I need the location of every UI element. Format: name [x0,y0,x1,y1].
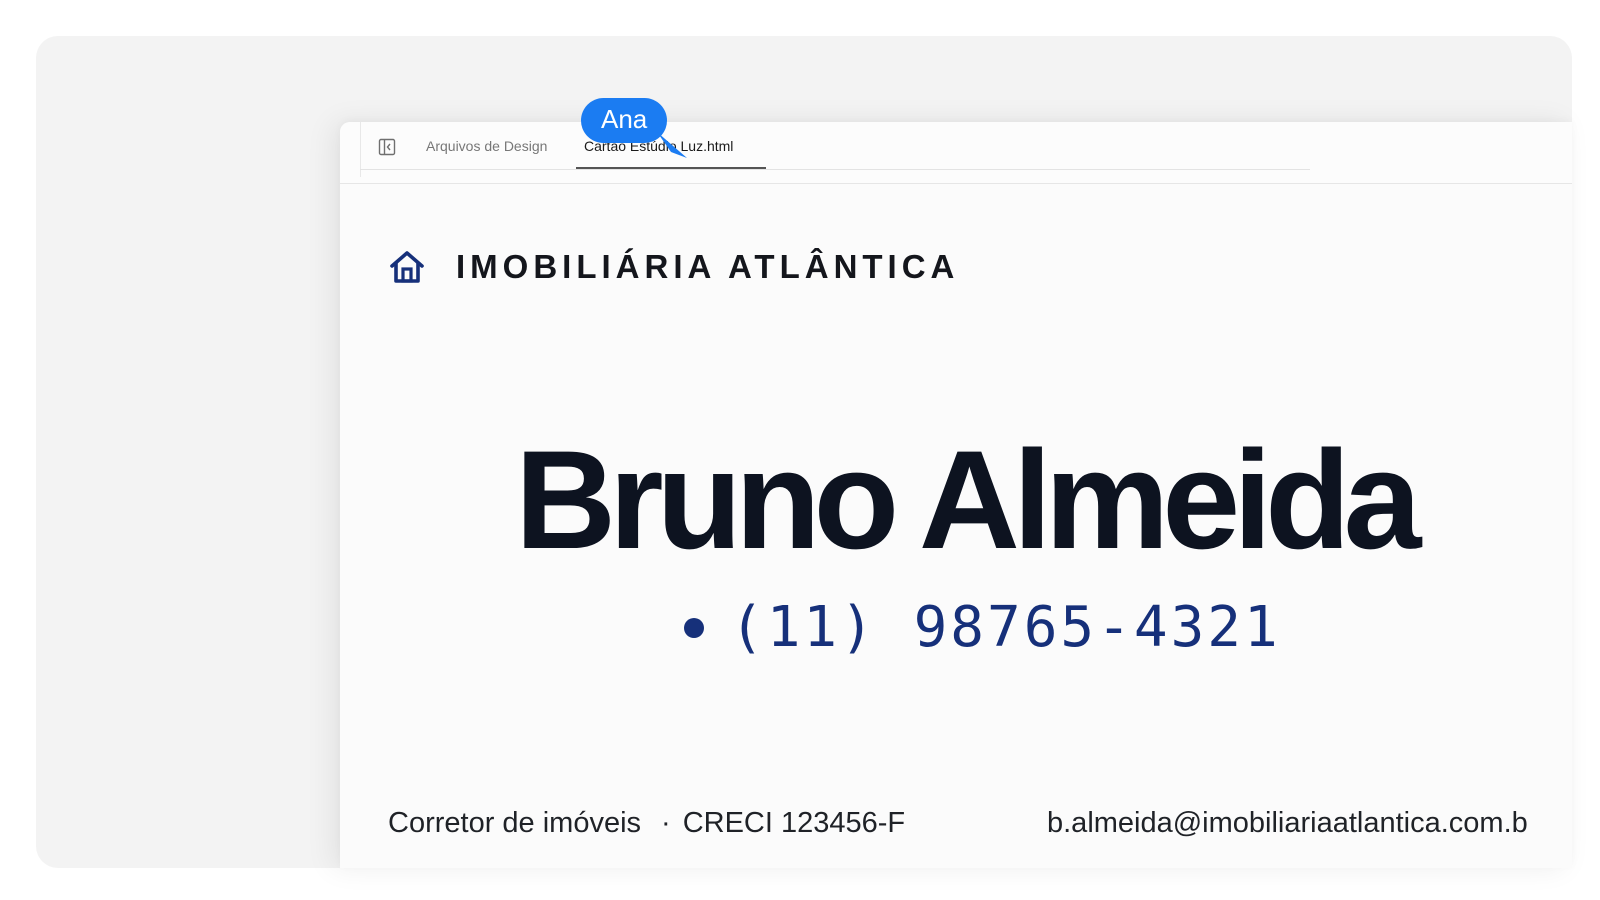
phone-number: (11) 98765-4321 [730,595,1281,660]
person-name: Bruno Almeida [515,421,1421,578]
role-and-creci: Corretor de imóveis · CRECI 123456-F [388,807,905,840]
tab-bar: Arquivos de Design Cartão Estúdio Luz.ht… [340,122,1572,184]
pointer-arrow-icon [657,132,687,158]
active-tab-indicator [576,167,766,169]
brand-name: IMOBILIÁRIA ATLÂNTICA [456,248,960,285]
phone-bullet [684,617,704,638]
card-preview: IMOBILIÁRIA ATLÂNTICA Bruno Almeida (11)… [340,185,1572,868]
phone-row: (11) 98765-4321 [684,595,1281,660]
sidebar-toggle-icon[interactable] [378,138,396,156]
separator-dot: · [661,807,671,839]
brand-row: IMOBILIÁRIA ATLÂNTICA [388,247,959,287]
tab-bar-underline [360,169,1310,170]
role-text: Corretor de imóveis [388,807,642,839]
tab-arquivos-de-design[interactable]: Arquivos de Design [426,138,547,154]
editor-window: Arquivos de Design Cartão Estúdio Luz.ht… [340,122,1572,868]
home-icon [390,251,424,283]
creci-text: CRECI 123456-F [682,807,906,839]
email-text: b.almeida@imobiliariaatlantica.com.b [1047,807,1528,839]
